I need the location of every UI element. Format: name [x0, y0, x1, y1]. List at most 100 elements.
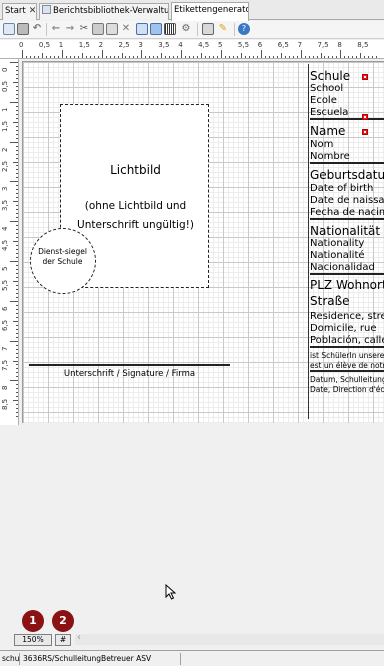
- ruler-label: 2,5: [1, 160, 9, 172]
- required-marker-icon[interactable]: [362, 129, 368, 135]
- ruler-label: 5,5: [1, 279, 9, 291]
- ruler-label: 7: [297, 41, 303, 49]
- zoom-button[interactable]: 150%: [14, 634, 52, 646]
- ruler-minor-tick: [16, 133, 18, 135]
- ruler-minor-tick: [16, 308, 18, 310]
- field-birthdate-es[interactable]: Fecha de nacimiento: [310, 207, 384, 220]
- ruler-minor-tick: [16, 113, 18, 115]
- field-name-es[interactable]: Nombre: [310, 151, 384, 164]
- ruler-label: 8: [1, 385, 9, 391]
- scroll-left-icon[interactable]: ‹: [77, 632, 81, 643]
- field-birthdate-label[interactable]: Geburtsdatum: [310, 168, 384, 182]
- tab-start[interactable]: Start ✕: [2, 3, 37, 20]
- settings-icon[interactable]: ⚙: [180, 23, 192, 35]
- ruler-minor-tick: [16, 217, 18, 219]
- ruler-label: 4,5: [1, 239, 9, 252]
- ruler-minor-tick: [16, 125, 18, 127]
- field-school-en[interactable]: School: [310, 83, 384, 94]
- field-residence-fr[interactable]: Domicile, rue: [310, 323, 384, 334]
- ruler-minor-tick: [16, 408, 18, 410]
- clear-icon[interactable]: ✎: [217, 23, 229, 35]
- ruler-tick: [13, 201, 18, 203]
- toolbar-separator: [234, 23, 235, 36]
- ruler-label: 4: [1, 226, 9, 232]
- field-student-de[interactable]: ist SchülerIn unserer Schule: [310, 351, 384, 360]
- ruler-label: 1,5: [1, 120, 9, 132]
- ruler-tick: [13, 241, 18, 243]
- print-icon[interactable]: [202, 23, 214, 35]
- ruler-minor-tick: [16, 109, 18, 111]
- field-school-label[interactable]: Schule: [310, 69, 384, 83]
- field-school-es[interactable]: Escuela: [310, 107, 384, 120]
- field-residence-es[interactable]: Población, calle: [310, 335, 384, 348]
- new-icon[interactable]: [3, 23, 15, 35]
- photo-note: (ohne Lichtbild und Unterschrift ungülti…: [77, 200, 194, 231]
- field-nationality-label[interactable]: Nationalität: [310, 224, 384, 238]
- field-residence-label[interactable]: PLZ Wohnort: [310, 278, 384, 292]
- cut-icon[interactable]: ✂: [78, 23, 90, 35]
- required-marker-icon[interactable]: [362, 114, 368, 120]
- ruler-label: 7: [1, 346, 9, 351]
- design-canvas[interactable]: Lichtbild (ohne Lichtbild und Unterschri…: [20, 59, 384, 632]
- copy-icon[interactable]: [92, 23, 104, 35]
- ruler-tick: [10, 300, 18, 302]
- ruler-tick: [141, 50, 143, 58]
- field-date-direction-fr[interactable]: Date, Direction d'école: [310, 385, 384, 394]
- label-page[interactable]: Lichtbild (ohne Lichtbild und Unterschri…: [22, 61, 384, 423]
- paste-icon[interactable]: [106, 23, 118, 35]
- ruler-minor-tick: [16, 249, 18, 251]
- ruler-minor-tick: [16, 324, 18, 326]
- photo-title: Lichtbild: [110, 163, 161, 177]
- undo-icon[interactable]: ↶: [31, 23, 43, 35]
- save-icon[interactable]: [17, 23, 29, 35]
- tab-report-library[interactable]: Berichtsbibliothek-Verwaltung✕: [39, 3, 169, 20]
- ruler-minor-tick: [16, 292, 18, 294]
- image-field-icon[interactable]: [150, 23, 162, 35]
- ruler-minor-tick: [16, 372, 18, 374]
- forward-arrow-icon[interactable]: →: [64, 23, 76, 35]
- delete-icon[interactable]: ✕: [120, 23, 132, 35]
- field-name-label[interactable]: Name: [310, 124, 384, 138]
- field-nationality-es[interactable]: Nacionalidad: [310, 262, 384, 275]
- ruler-label: 8,5: [357, 41, 369, 49]
- tab-label-generator[interactable]: Etikettengenerator✕: [171, 2, 249, 21]
- annotation-badge-1: 1: [22, 610, 44, 632]
- ruler-minor-tick: [16, 368, 18, 370]
- field-birthdate-fr[interactable]: Date de naissance: [310, 195, 384, 206]
- ruler-minor-tick: [16, 304, 18, 306]
- ruler-tick: [10, 261, 18, 262]
- field-student-fr[interactable]: est un élève de notre école: [310, 361, 384, 372]
- horizontal-scrollbar[interactable]: ‹: [75, 632, 384, 645]
- ruler-minor-tick: [16, 145, 18, 147]
- field-residence-en[interactable]: Residence, street: [310, 311, 384, 322]
- school-seal[interactable]: Dienst-siegel der Schule: [30, 228, 96, 294]
- ruler-minor-tick: [16, 165, 18, 167]
- close-icon[interactable]: ✕: [29, 4, 36, 19]
- text-field-icon[interactable]: [136, 23, 148, 35]
- ruler-minor-tick: [16, 336, 18, 338]
- ruler-minor-tick: [16, 189, 18, 191]
- ruler-label: 0: [19, 41, 24, 49]
- field-street-label[interactable]: Straße: [310, 294, 384, 308]
- ruler-label: 0,5: [1, 80, 9, 92]
- grid-toggle-button[interactable]: #: [55, 634, 71, 646]
- ruler-tick: [10, 221, 18, 223]
- field-date-direction-de[interactable]: Datum, Schulleitung: [310, 375, 384, 384]
- toolbar-separator: [197, 23, 198, 36]
- ruler-tick: [13, 161, 18, 163]
- barcode-icon[interactable]: [164, 23, 176, 35]
- required-marker-icon[interactable]: [362, 74, 368, 80]
- field-name-fr[interactable]: Nom: [310, 139, 384, 150]
- field-nationality-en[interactable]: Nationality: [310, 238, 384, 249]
- signature-line[interactable]: [29, 364, 230, 366]
- back-arrow-icon[interactable]: ←: [50, 23, 62, 35]
- toolbar-separator: [46, 23, 47, 36]
- ruler-label: 6: [257, 41, 263, 49]
- field-school-fr[interactable]: Ecole: [310, 95, 384, 106]
- field-nationality-fr[interactable]: Nationalité: [310, 250, 384, 261]
- ruler-minor-tick: [16, 384, 18, 386]
- ruler-minor-tick: [16, 312, 18, 314]
- ruler-minor-tick: [16, 157, 18, 159]
- help-icon[interactable]: ?: [238, 23, 250, 35]
- field-birthdate-en[interactable]: Date of birth: [310, 183, 384, 194]
